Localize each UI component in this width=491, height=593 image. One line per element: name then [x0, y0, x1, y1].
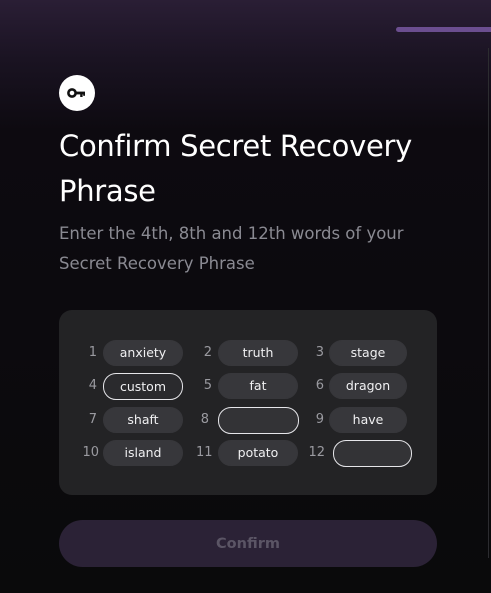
word-chip: have — [329, 407, 407, 433]
recovery-phrase-grid: 1 anxiety 2 truth 3 stage 4 custom 5 fat… — [59, 310, 437, 495]
word-slot-3: 3 stage — [308, 340, 418, 366]
word-number: 9 — [315, 412, 324, 427]
key-icon-badge — [59, 75, 95, 111]
word-number: 8 — [200, 412, 209, 427]
word-chip: dragon — [329, 373, 407, 399]
progress-bar — [396, 27, 491, 32]
word-chip: shaft — [103, 407, 183, 433]
word-number: 11 — [196, 445, 213, 460]
word-slot-7: 7 shaft — [81, 407, 191, 433]
word-number: 3 — [315, 345, 324, 360]
word-number: 4 — [88, 378, 97, 393]
page-title: Confirm Secret Recovery Phrase — [59, 129, 412, 208]
word-slot-8: 8 — [192, 407, 302, 434]
word-chip: potato — [218, 440, 298, 466]
word-chip: fat — [218, 373, 298, 399]
word-chip: stage — [329, 340, 407, 366]
selected-word-chip[interactable]: custom — [103, 373, 183, 400]
word-slot-12: 12 — [306, 440, 418, 467]
word-number: 7 — [88, 412, 97, 427]
key-icon — [67, 88, 85, 98]
word-slot-4[interactable]: 4 custom — [81, 373, 191, 400]
page-subtitle: Enter the 4th, 8th and 12th words of you… — [59, 224, 404, 273]
word-chip: island — [103, 440, 183, 466]
word-slot-10: 10 island — [81, 440, 191, 466]
confirm-button[interactable]: Confirm — [59, 520, 437, 567]
word-slot-1: 1 anxiety — [81, 340, 191, 366]
word-number: 6 — [315, 378, 324, 393]
word-number: 5 — [203, 378, 212, 393]
word-number: 12 — [308, 445, 325, 460]
word-chip: anxiety — [103, 340, 183, 366]
word-number: 2 — [203, 345, 212, 360]
word-slot-9: 9 have — [308, 407, 418, 433]
word-slot-2: 2 truth — [196, 340, 306, 366]
word-chip: truth — [218, 340, 298, 366]
word-number: 10 — [82, 445, 99, 460]
word-8-input[interactable] — [218, 407, 299, 434]
word-slot-11: 11 potato — [196, 440, 306, 466]
word-slot-6: 6 dragon — [308, 373, 418, 399]
word-12-input[interactable] — [333, 440, 412, 467]
panel-edge-divider — [488, 48, 489, 558]
word-slot-5: 5 fat — [196, 373, 306, 399]
word-number: 1 — [88, 345, 97, 360]
